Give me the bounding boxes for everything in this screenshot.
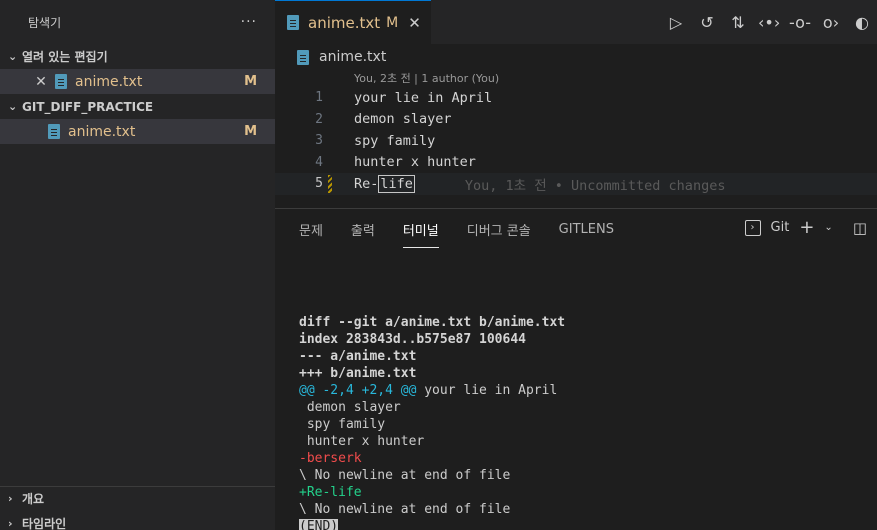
- chevron-down-icon: ⌄: [8, 50, 18, 63]
- outline-section[interactable]: › 개요: [0, 486, 275, 510]
- line-text: hunter x hunter: [354, 154, 476, 171]
- modified-badge: M: [244, 74, 257, 89]
- terminal-line: +++ b/anime.txt: [299, 366, 417, 381]
- chevron-right-icon: ›: [8, 492, 13, 505]
- chevron-right-icon: ›: [8, 516, 13, 530]
- close-icon[interactable]: ✕: [32, 74, 50, 90]
- panel-actions: › Git + ⌄ ◫: [744, 217, 867, 238]
- line-text: your lie in April: [354, 89, 493, 106]
- code-line: 1 your lie in April: [275, 87, 877, 109]
- tab-gitlens[interactable]: GITLENS: [559, 222, 614, 237]
- more-actions-icon[interactable]: ···: [241, 14, 257, 30]
- explorer-header: 탐색기 ···: [0, 0, 275, 44]
- gitlens-codelens[interactable]: You, 2초 전 | 1 author (You): [275, 70, 877, 87]
- editor-actions: ▷ ↺ ⇅ ‹•› -o- o› ◐: [665, 0, 877, 44]
- line-number: 2: [315, 111, 323, 127]
- code-editor[interactable]: 1 your lie in April 2 demon slayer 3 spy…: [275, 87, 877, 195]
- terminal-line: demon slayer: [299, 400, 401, 415]
- bottom-panel: 문제 출력 터미널 디버그 콘솔 GITLENS › Git + ⌄ ◫ dif…: [275, 208, 877, 530]
- timeline-header: 타임라인: [22, 516, 67, 530]
- tab-label: anime.txt: [308, 13, 381, 32]
- file-icon: [297, 49, 309, 65]
- terminal-line: diff --git a/anime.txt b/anime.txt: [299, 315, 566, 330]
- commit-icon[interactable]: -o-: [789, 13, 811, 32]
- modified-badge: M: [386, 14, 399, 31]
- breadcrumb-file[interactable]: anime.txt: [319, 49, 386, 65]
- pager-end-marker: (END): [299, 519, 339, 530]
- code-line: 2 demon slayer: [275, 109, 877, 131]
- file-icon: [48, 124, 60, 139]
- terminal-line: (END): [299, 518, 565, 530]
- editor-area: anime.txt M ✕ ▷ ↺ ⇅ ‹•› -o- o› ◐ anime.t…: [275, 0, 877, 530]
- split-terminal-icon[interactable]: ◫: [853, 219, 867, 237]
- removed-line: -berserk: [299, 451, 362, 466]
- hunk-context: your lie in April: [416, 383, 558, 398]
- open-editors-header: 열려 있는 편집기: [22, 50, 108, 64]
- terminal-icon: ›: [744, 219, 761, 236]
- breadcrumb[interactable]: anime.txt: [275, 44, 877, 70]
- line-text: demon slayer: [354, 111, 452, 128]
- explorer-sidebar: 탐색기 ··· ⌄ 열려 있는 편집기 ✕ anime.txt M ⌄ GIT_…: [0, 0, 275, 530]
- history-icon[interactable]: ↺: [696, 13, 718, 32]
- line-number: 5: [315, 176, 323, 192]
- open-editor-item[interactable]: ✕ anime.txt M: [0, 69, 275, 94]
- file-tree-filename: anime.txt: [68, 123, 136, 140]
- folder-section[interactable]: ⌄ GIT_DIFF_PRACTICE: [0, 94, 275, 119]
- terminal-line: \ No newline at end of file: [299, 468, 511, 483]
- open-editors-section[interactable]: ⌄ 열려 있는 편집기: [0, 44, 275, 69]
- explorer-title: 탐색기: [28, 15, 62, 30]
- previous-revision-icon[interactable]: ‹•›: [758, 13, 780, 32]
- file-icon: [55, 74, 67, 89]
- tab-problems[interactable]: 문제: [299, 220, 323, 239]
- tab-bar: anime.txt M ✕ ▷ ↺ ⇅ ‹•› -o- o› ◐: [275, 0, 877, 44]
- line-number: 3: [315, 133, 323, 149]
- line-text-part: Re-: [354, 175, 379, 192]
- terminal-line: spy family: [299, 417, 386, 432]
- terminal-line: --- a/anime.txt: [299, 349, 417, 364]
- chevron-down-icon: ⌄: [8, 100, 18, 113]
- line-number: 1: [315, 90, 323, 106]
- added-line: +Re-life: [299, 485, 362, 500]
- compare-changes-icon[interactable]: ⇅: [727, 13, 749, 32]
- terminal-name[interactable]: Git: [771, 220, 790, 235]
- code-line: 3 spy family: [275, 130, 877, 152]
- hunk-header: @@ -2,4 +2,4 @@: [299, 383, 417, 398]
- tab-anime-txt[interactable]: anime.txt M ✕: [275, 0, 431, 44]
- chevron-down-icon[interactable]: ⌄: [824, 222, 832, 233]
- close-icon[interactable]: ✕: [408, 14, 421, 32]
- code-line: 4 hunter x hunter: [275, 152, 877, 174]
- run-icon[interactable]: ▷: [665, 13, 687, 32]
- word-highlight: life: [378, 174, 415, 193]
- line-text: spy family: [354, 132, 436, 149]
- terminal-line: @@ -2,4 +2,4 @@ your lie in April: [299, 382, 565, 399]
- modified-gutter-indicator: [328, 175, 332, 193]
- next-revision-icon[interactable]: o›: [820, 13, 842, 32]
- line-number: 4: [315, 154, 323, 170]
- timeline-section[interactable]: › 타임라인: [0, 511, 275, 530]
- outline-header: 개요: [22, 492, 45, 506]
- file-icon: [287, 15, 299, 30]
- terminal-output[interactable]: diff --git a/anime.txt b/anime.txt index …: [299, 314, 565, 530]
- add-terminal-icon[interactable]: +: [799, 217, 814, 238]
- terminal-line: index 283843d..b575e87 100644: [299, 332, 526, 347]
- folder-header: GIT_DIFF_PRACTICE: [22, 99, 154, 114]
- inline-blame: You, 1초 전 • Uncommitted changes: [464, 177, 726, 194]
- file-tree-item[interactable]: anime.txt M: [0, 119, 275, 144]
- tab-debug-console[interactable]: 디버그 콘솔: [467, 220, 531, 239]
- terminal-line: hunter x hunter: [299, 434, 425, 449]
- tab-terminal[interactable]: 터미널: [402, 220, 439, 248]
- current-code-line: 5 Re-life You, 1초 전 • Uncommitted change…: [275, 173, 877, 195]
- line-text: Re-life: [354, 174, 415, 193]
- modified-badge: M: [244, 124, 257, 139]
- open-editor-filename: anime.txt: [75, 73, 143, 90]
- tab-output[interactable]: 출력: [351, 220, 375, 239]
- open-changes-icon[interactable]: ◐: [851, 13, 873, 32]
- terminal-line: \ No newline at end of file: [299, 502, 511, 517]
